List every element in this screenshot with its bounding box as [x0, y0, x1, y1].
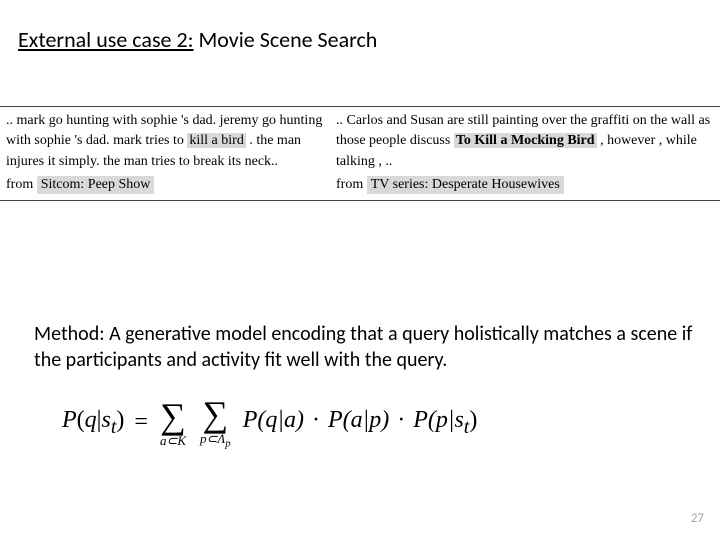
sigma-icon: ∑ — [203, 396, 229, 432]
sum-1: ∑ a⊂K — [160, 398, 186, 447]
slide-title: External use case 2: Movie Scene Search — [18, 26, 377, 53]
eq-term-3-pre: P(p|s — [413, 407, 464, 433]
sum-2-sub-pre: p⊂Λ — [200, 431, 225, 446]
example-left-text: .. mark go hunting with sophie 's dad. j… — [0, 107, 330, 174]
eq-open: ( — [77, 407, 85, 433]
from-label-left: from — [6, 177, 33, 192]
eq-q: q — [85, 407, 97, 433]
example-right-highlight: To Kill a Mocking Bird — [454, 133, 597, 148]
page-number: 27 — [691, 511, 704, 526]
sigma-icon: ∑ — [160, 398, 186, 434]
sum-2-sub: p⊂Λp — [200, 432, 231, 449]
method-text: Method: A generative model encoding that… — [34, 322, 694, 373]
from-label-right: from — [336, 177, 363, 192]
eq-equals: = — [134, 409, 148, 436]
sum-2-sub-p: p — [225, 438, 230, 450]
example-right-text: .. Carlos and Susan are still painting o… — [330, 107, 720, 174]
eq-lhs: P(q|st) — [62, 407, 124, 439]
eq-s: s — [101, 407, 110, 433]
eq-dot-1: · — [304, 407, 328, 433]
sum-2: ∑ p⊂Λp — [200, 396, 231, 449]
eq-rhs: P(q|a) · P(a|p) · P(p|st) — [243, 407, 478, 439]
example-right-source: from TV series: Desperate Housewives — [330, 174, 720, 200]
title-prefix: External use case 2: — [18, 26, 194, 53]
title-rest: Movie Scene Search — [194, 26, 378, 53]
example-left-highlight: kill a bird — [187, 133, 245, 148]
example-right-source-box: TV series: Desperate Housewives — [367, 176, 564, 194]
eq-term-2: P(a|p) — [328, 407, 389, 433]
eq-dot-2: · — [389, 407, 413, 433]
eq-term-1: P(q|a) — [243, 407, 304, 433]
example-left-source: from Sitcom: Peep Show — [0, 174, 330, 200]
eq-term-3-post: ) — [469, 407, 477, 433]
examples-block: .. mark go hunting with sophie 's dad. j… — [0, 106, 720, 201]
example-left-source-box: Sitcom: Peep Show — [37, 176, 155, 194]
equation: P(q|st) = ∑ a⊂K ∑ p⊂Λp P(q|a) · P(a|p) ·… — [62, 396, 477, 449]
sum-1-sub: a⊂K — [160, 434, 186, 447]
eq-close: ) — [116, 407, 124, 433]
eq-P: P — [62, 407, 77, 433]
